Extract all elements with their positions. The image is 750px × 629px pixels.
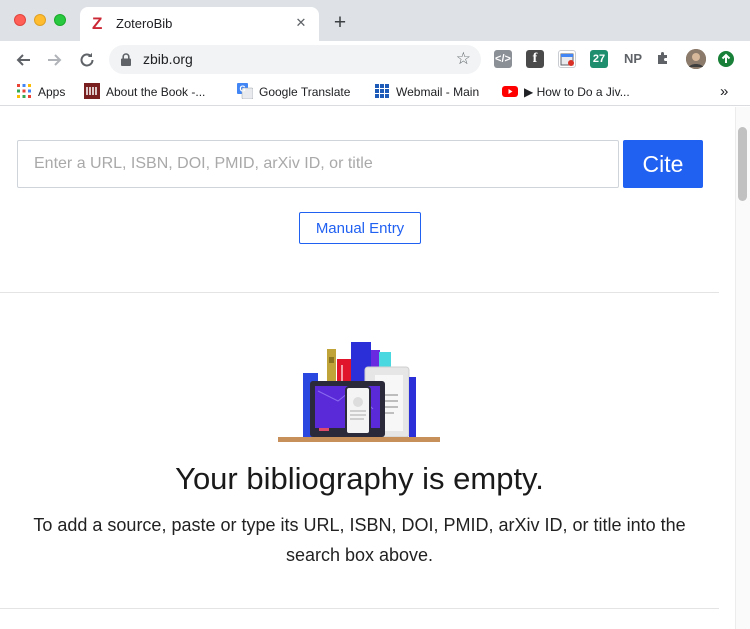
extensions-puzzle-icon[interactable] <box>654 50 672 68</box>
profile-avatar[interactable] <box>686 49 706 69</box>
bookmark-how-to-jive[interactable]: ▶ How to Do a Jiv... <box>502 83 630 101</box>
np-extension-icon[interactable]: NP <box>622 50 644 68</box>
bookmark-star-icon[interactable]: ☆ <box>456 49 471 69</box>
address-bar[interactable]: zbib.org ☆ <box>109 45 481 74</box>
zotero-favicon-icon: Z <box>92 14 103 33</box>
bookmarks-overflow-button[interactable]: » <box>720 83 728 101</box>
tab-close-icon[interactable]: ✕ <box>293 15 309 31</box>
bookmark-apps[interactable]: Apps <box>16 83 65 101</box>
browser-toolbar: zbib.org ☆ </> f 27 NP <box>0 41 750 78</box>
reload-icon <box>80 53 94 67</box>
webmail-grid-icon <box>375 84 389 98</box>
bottom-divider <box>0 608 719 609</box>
back-button[interactable] <box>11 48 35 72</box>
arrow-left-icon <box>16 54 30 66</box>
empty-state-title: Your bibliography is empty. <box>175 461 544 496</box>
bookmark-about-the-book[interactable]: About the Book -... <box>84 83 205 101</box>
url-text: zbib.org <box>143 51 193 67</box>
youtube-icon <box>502 86 518 97</box>
arrow-right-icon <box>48 54 62 66</box>
bookmark-label: Apps <box>38 85 66 99</box>
bookmark-label: About the Book -... <box>106 85 206 99</box>
code-extension-icon[interactable]: </> <box>494 50 512 68</box>
google-translate-icon: G <box>237 83 253 99</box>
page-content: Cite Manual Entry Your bibliography is e… <box>0 107 750 629</box>
bookmark-label: Google Translate <box>259 85 351 99</box>
bookmark-label: Webmail - Main <box>396 85 480 99</box>
twentyseven-extension-icon[interactable]: 27 <box>590 50 608 68</box>
page-scrollbar[interactable] <box>735 107 750 629</box>
puzzle-icon <box>658 52 667 64</box>
bookmark-google-translate[interactable]: G Google Translate <box>237 83 350 101</box>
cite-button[interactable]: Cite <box>623 140 703 188</box>
calendar-extension-icon[interactable] <box>558 50 576 68</box>
tab-title: ZoteroBib <box>116 16 173 31</box>
scrollbar-thumb[interactable] <box>738 127 747 201</box>
bookmarks-bar: Apps About the Book -... G Google Transla… <box>0 78 750 106</box>
maximize-window-button[interactable] <box>54 14 66 26</box>
svg-text:G: G <box>240 85 246 94</box>
empty-state-description: To add a source, paste or type its URL, … <box>33 515 686 565</box>
section-divider <box>0 292 719 293</box>
update-chrome-icon[interactable] <box>718 51 734 67</box>
minimize-window-button[interactable] <box>34 14 46 26</box>
reload-button[interactable] <box>75 48 99 72</box>
calendar-icon <box>560 53 574 66</box>
close-window-button[interactable] <box>14 14 26 26</box>
book-site-icon <box>84 83 100 99</box>
tab-strip: Z ZoteroBib ✕ + <box>0 0 750 41</box>
tab-zoterobib[interactable]: Z ZoteroBib ✕ <box>80 7 319 41</box>
empty-bibliography-illustration <box>278 342 440 442</box>
facebook-extension-icon[interactable]: f <box>526 50 544 68</box>
manual-entry-button[interactable]: Manual Entry <box>299 212 421 244</box>
lock-icon <box>121 53 131 66</box>
search-input[interactable] <box>17 140 619 188</box>
avatar-icon <box>686 49 706 69</box>
forward-button[interactable] <box>43 48 67 72</box>
bookmark-label: ▶ How to Do a Jiv... <box>524 85 630 99</box>
apps-grid-icon <box>17 84 31 98</box>
arrow-up-icon <box>721 53 731 63</box>
new-tab-button[interactable]: + <box>329 12 351 34</box>
bookmark-webmail[interactable]: Webmail - Main <box>374 83 479 101</box>
